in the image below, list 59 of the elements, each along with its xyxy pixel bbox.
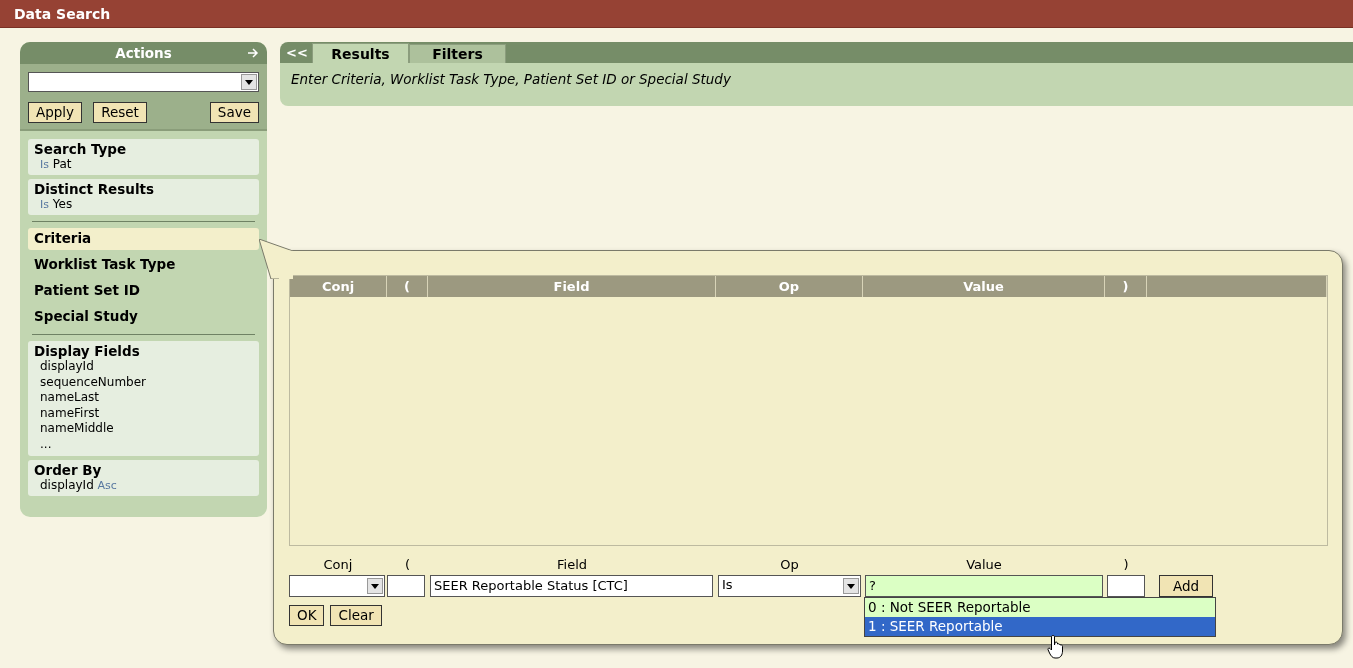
column-header: Field (428, 276, 716, 297)
dropdown-arrow-icon[interactable] (371, 583, 379, 589)
form-button[interactable]: OK (289, 605, 325, 626)
field-label: Conj (322, 557, 354, 573)
column-header: Value (863, 276, 1105, 297)
summary-card[interactable]: Distinct Results Is Yes (28, 179, 259, 215)
card-title: Distinct Results (34, 181, 156, 197)
action-button[interactable]: Apply (28, 102, 83, 123)
value-input[interactable]: ? (865, 575, 1103, 597)
column-header: Op (716, 276, 863, 297)
card-title: Order By (34, 461, 103, 478)
column-header: ( (387, 276, 428, 297)
hint-text: Enter Criteria, Worklist Task Type, Patient Set ID or Special Study (291, 71, 731, 87)
field-name: nameLast (39, 390, 101, 406)
field-label: ( (403, 557, 412, 573)
card-title: Search Type (34, 141, 128, 157)
operator-label: Is (40, 158, 49, 171)
collapse-button[interactable]: << (282, 42, 312, 63)
field-name: displayId (39, 359, 95, 375)
tab[interactable]: Results (312, 43, 409, 63)
nav-item[interactable]: Special Study (28, 306, 259, 328)
add-button[interactable]: Add (1159, 575, 1213, 597)
tab[interactable]: Filters (409, 44, 506, 63)
condition-value: Yes (52, 197, 73, 211)
field-name: displayId (40, 477, 94, 492)
field-input[interactable]: SEER Reportable Status [CTC] (430, 575, 713, 597)
order-card[interactable]: Order By displayId Asc (28, 459, 259, 497)
summary-card[interactable]: Search Type Is Pat (28, 139, 259, 175)
field-label: Op (779, 557, 800, 573)
operator-dropdown[interactable]: Is (718, 575, 861, 597)
form-button[interactable]: Clear (330, 605, 382, 626)
panel-title: Actions (115, 45, 172, 61)
field-name: ... (39, 436, 53, 453)
action-button[interactable]: Save (209, 102, 259, 123)
action-button[interactable]: Reset (93, 102, 147, 123)
sort-direction: Asc (97, 478, 117, 492)
field-label: Value (965, 557, 1003, 573)
field-name: nameMiddle (39, 421, 115, 437)
arrow-right-icon[interactable] (247, 48, 259, 58)
field-label: Field (556, 557, 588, 573)
field-name: nameFirst (39, 405, 101, 422)
fields-card[interactable]: Display Fields displayId sequenceNumber nameLast nameFirst nameMiddle ... (28, 341, 259, 456)
nav-item[interactable]: Patient Set ID (28, 280, 259, 302)
dropdown-arrow-icon[interactable] (245, 79, 253, 85)
nav-item[interactable]: Worklist Task Type (28, 254, 259, 276)
window-title: Data Search (14, 5, 111, 22)
paren-field[interactable] (1107, 575, 1145, 597)
column-header: ) (1105, 276, 1147, 297)
conj-dropdown[interactable] (289, 575, 385, 597)
actions-dropdown[interactable] (28, 72, 259, 92)
condition-value: Pat (52, 157, 72, 171)
paren-field[interactable] (387, 575, 425, 597)
field-name: sequenceNumber (39, 374, 148, 391)
dropdown-arrow-icon[interactable] (847, 583, 855, 589)
operator-label: Is (40, 198, 49, 211)
field-label: ) (1122, 557, 1130, 573)
suggestion-option[interactable]: 0 : Not SEER Reportable (865, 598, 1215, 617)
suggestion-option[interactable]: 1 : SEER Reportable (865, 617, 1215, 636)
card-title: Display Fields (34, 343, 141, 359)
